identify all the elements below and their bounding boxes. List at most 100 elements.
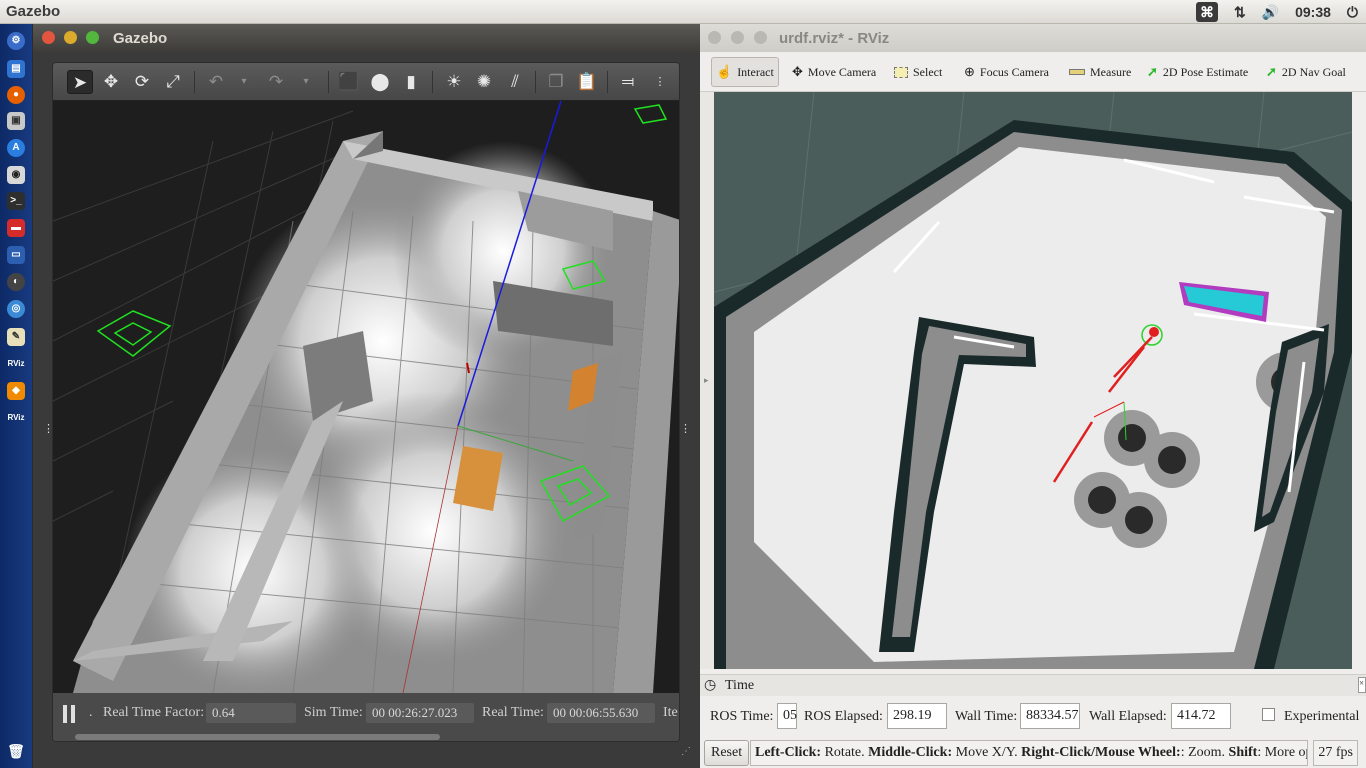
measure-tool[interactable]: Measure xyxy=(1065,57,1135,87)
system-settings-icon[interactable]: ◉ xyxy=(7,166,25,184)
splitter-handle-icon[interactable]: ⋮ xyxy=(680,422,692,442)
monitor-icon[interactable]: ▭ xyxy=(7,246,25,264)
rotate-mode-icon[interactable]: ⟳ xyxy=(129,70,155,94)
notes-icon[interactable]: ✎ xyxy=(7,328,25,346)
software-center-icon[interactable]: A xyxy=(7,139,25,157)
gazebo-toolbar: ➤ ✥ ⟳ ⤢ ↶ ▾ ↷ ▾ ⬛ ⬤ ▮ ☀ ✺ ⫽ ❐ 📋 ⫤ ⋮ xyxy=(53,63,679,101)
clock[interactable]: 09:38 xyxy=(1295,4,1331,20)
wall-elapsed-field: 414.72 xyxy=(1171,703,1231,729)
undo-dropdown-icon[interactable]: ▾ xyxy=(231,70,257,94)
ros-time-field: 05 xyxy=(777,703,797,729)
left-dock-handle[interactable]: ▸ xyxy=(700,92,714,669)
pose-estimate-label: 2D Pose Estimate xyxy=(1162,64,1249,79)
rviz-titlebar[interactable]: urdf.rviz* - RViz xyxy=(700,24,1366,52)
focus-camera-label: Focus Camera xyxy=(979,64,1049,79)
network-icon[interactable]: ⇅ xyxy=(1234,4,1246,21)
time-panel-title: Time xyxy=(725,678,755,693)
fps-counter: 27 fps xyxy=(1313,740,1358,766)
nav-goal-label: 2D Nav Goal xyxy=(1281,64,1346,79)
ros-time-label: ROS Time: xyxy=(710,709,774,724)
iterations-label: Ite xyxy=(663,705,678,720)
translate-mode-icon[interactable]: ✥ xyxy=(98,70,124,94)
reset-button[interactable]: Reset xyxy=(704,740,750,766)
minimize-icon[interactable] xyxy=(731,31,744,44)
volume-icon[interactable]: 🔊 xyxy=(1262,4,1279,21)
ros-elapsed-field: 298.19 xyxy=(887,703,947,729)
presentation-icon[interactable]: ▬ xyxy=(7,219,25,237)
move-camera-label: Move Camera xyxy=(807,64,877,79)
horizontal-scrollbar[interactable] xyxy=(75,734,440,740)
align-icon[interactable]: ⫤ xyxy=(615,70,641,94)
firefox-icon[interactable]: ● xyxy=(7,86,25,104)
experimental-checkbox[interactable] xyxy=(1262,708,1275,721)
rviz-3d-view[interactable] xyxy=(714,92,1352,669)
help-text: Left-Click: Rotate. Middle-Click: Move X… xyxy=(750,740,1308,766)
box-shape-icon[interactable]: ⬛ xyxy=(336,70,362,94)
select-tool[interactable]: Select xyxy=(890,57,946,87)
select-mode-icon[interactable]: ➤ xyxy=(67,70,93,94)
sim-time-field: 00 00:26:27.023 xyxy=(366,703,474,723)
maximize-icon[interactable] xyxy=(86,31,99,44)
sphere-shape-icon[interactable]: ⬤ xyxy=(367,70,393,94)
close-icon[interactable] xyxy=(42,31,55,44)
keyboard-command-icon[interactable]: ⌘ xyxy=(1195,2,1218,22)
time-panel-header: ◷ Time × xyxy=(700,674,1366,696)
rviz-launcher-icon[interactable]: RViz xyxy=(7,355,25,373)
close-icon[interactable] xyxy=(708,31,721,44)
gazebo-main: ➤ ✥ ⟳ ⤢ ↶ ▾ ↷ ▾ ⬛ ⬤ ▮ ☀ ✺ ⫽ ❐ 📋 ⫤ ⋮ . Re… xyxy=(52,62,680,742)
blender-icon[interactable]: ◆ xyxy=(7,382,25,400)
rviz-status-bar: Reset Left-Click: Rotate. Middle-Click: … xyxy=(700,736,1366,768)
gazebo-window: Gazebo ➤ ✥ ⟳ ⤢ ↶ ▾ ↷ ▾ ⬛ ⬤ ▮ ☀ ✺ ⫽ ❐ 📋 ⫤… xyxy=(33,24,700,768)
nav-goal-tool[interactable]: ➚ 2D Nav Goal xyxy=(1262,57,1350,87)
move-camera-tool[interactable]: ✥ Move Camera xyxy=(788,57,880,87)
copy-icon[interactable]: ❐ xyxy=(543,70,569,94)
spot-light-icon[interactable]: ✺ xyxy=(471,70,497,94)
gazebo-titlebar[interactable]: Gazebo xyxy=(33,24,700,52)
chromium-icon[interactable]: ◎ xyxy=(7,300,25,318)
gazebo-status-bar: . Real Time Factor: 0.64 Sim Time: 00 00… xyxy=(53,693,679,741)
resize-grip-icon[interactable]: ⋰ xyxy=(681,746,691,757)
compass-icon[interactable]: ◐ xyxy=(7,273,25,291)
undo-icon[interactable]: ↶ xyxy=(203,70,229,94)
scale-mode-icon[interactable]: ⤢ xyxy=(160,70,186,94)
middle-click-desc: Move X/Y. xyxy=(952,745,1022,760)
rtf-label: Real Time Factor: xyxy=(103,705,205,720)
left-click-desc: Rotate. xyxy=(821,745,869,760)
interact-label: Interact xyxy=(737,64,774,79)
left-panel-handle-icon[interactable]: ⋮ xyxy=(43,422,55,442)
redo-dropdown-icon[interactable]: ▾ xyxy=(293,70,319,94)
wall-time-field: 88334.57 xyxy=(1020,703,1080,729)
gazebo-title: Gazebo xyxy=(113,30,168,47)
directional-light-icon[interactable]: ⫽ xyxy=(502,70,528,94)
pause-icon[interactable] xyxy=(63,705,77,723)
point-light-icon[interactable]: ☀ xyxy=(441,70,467,94)
rviz-toolbar: ☝ Interact ✥ Move Camera Select ⊕ Focus … xyxy=(700,52,1366,92)
settings-icon[interactable]: ⚙ xyxy=(7,32,25,50)
maximize-icon[interactable] xyxy=(754,31,767,44)
expand-arrow-icon[interactable]: ▸ xyxy=(704,375,709,386)
select-label: Select xyxy=(913,64,943,79)
pose-estimate-tool[interactable]: ➚ 2D Pose Estimate xyxy=(1143,57,1252,87)
paste-icon[interactable]: 📋 xyxy=(574,70,600,94)
gazebo-3d-viewport[interactable] xyxy=(53,101,679,693)
toolbar-more-icon[interactable]: ⋮ xyxy=(647,70,673,94)
measure-label: Measure xyxy=(1090,64,1132,79)
panel-close-icon[interactable]: × xyxy=(1358,677,1366,693)
cylinder-shape-icon[interactable]: ▮ xyxy=(398,70,424,94)
system-menu-icon[interactable]: ⏻ xyxy=(1347,4,1358,21)
step-dot: . xyxy=(89,705,93,720)
pose-arrow-icon: ➚ xyxy=(1147,64,1158,79)
clock-icon: ◷ xyxy=(704,678,717,693)
minimize-icon[interactable] xyxy=(64,31,77,44)
focus-camera-tool[interactable]: ⊕ Focus Camera xyxy=(960,57,1053,87)
trash-icon[interactable]: 🗑 xyxy=(7,742,25,760)
move-camera-icon: ✥ xyxy=(792,64,803,79)
sim-time-label: Sim Time: xyxy=(304,705,363,720)
terminal-icon[interactable]: >_ xyxy=(7,192,25,210)
files-icon[interactable]: ▤ xyxy=(7,60,25,78)
interact-tool[interactable]: ☝ Interact xyxy=(711,57,779,87)
archive-icon[interactable]: ▣ xyxy=(7,112,25,130)
real-time-field: 00 00:06:55.630 xyxy=(547,703,655,723)
rviz-launcher-icon-2[interactable]: RViz xyxy=(7,409,25,427)
redo-icon[interactable]: ↷ xyxy=(263,70,289,94)
